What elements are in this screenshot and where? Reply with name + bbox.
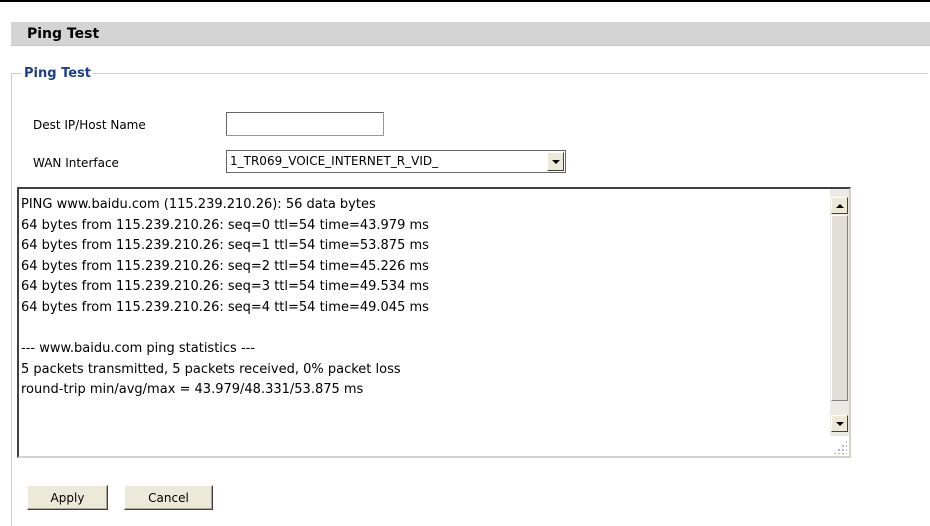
- top-divider: [0, 0, 930, 2]
- resize-grip-icon[interactable]: [833, 440, 847, 454]
- output-line: 64 bytes from 115.239.210.26: seq=2 ttl=…: [21, 258, 429, 274]
- output-line: 64 bytes from 115.239.210.26: seq=1 ttl=…: [21, 238, 429, 254]
- page-title: Ping Test: [27, 26, 100, 42]
- output-line: PING www.baidu.com (115.239.210.26): 56 …: [21, 197, 376, 212]
- ping-output-text: PING www.baidu.com (115.239.210.26): 56 …: [21, 195, 817, 401]
- output-scrollbar[interactable]: [830, 189, 849, 436]
- wan-interface-label: WAN Interface: [33, 156, 119, 170]
- ping-output-textarea[interactable]: PING www.baidu.com (115.239.210.26): 56 …: [17, 187, 851, 458]
- group-legend: Ping Test: [24, 66, 91, 81]
- output-line: 64 bytes from 115.239.210.26: seq=0 ttl=…: [21, 217, 429, 233]
- output-line: 64 bytes from 115.239.210.26: seq=3 ttl=…: [21, 279, 429, 295]
- wan-interface-select[interactable]: 1_TR069_VOICE_INTERNET_R_VID_: [226, 150, 566, 173]
- dest-host-label: Dest IP/Host Name: [33, 118, 146, 132]
- wan-interface-value: 1_TR069_VOICE_INTERNET_R_VID_: [230, 154, 439, 168]
- chevron-down-icon[interactable]: [547, 152, 564, 171]
- scroll-down-arrow-icon[interactable]: [831, 415, 848, 432]
- output-line: round-trip min/avg/max = 43.979/48.331/5…: [21, 382, 364, 398]
- output-line: --- www.baidu.com ping statistics ---: [21, 341, 256, 357]
- scroll-thumb[interactable]: [831, 215, 848, 401]
- output-line: 64 bytes from 115.239.210.26: seq=4 ttl=…: [21, 299, 429, 315]
- page-header: Ping Test: [11, 22, 930, 46]
- scroll-up-arrow-icon[interactable]: [831, 197, 848, 214]
- output-line: 5 packets transmitted, 5 packets receive…: [21, 361, 401, 377]
- cancel-button[interactable]: Cancel: [124, 485, 213, 510]
- apply-button[interactable]: Apply: [27, 485, 108, 510]
- dest-host-input[interactable]: [226, 112, 384, 136]
